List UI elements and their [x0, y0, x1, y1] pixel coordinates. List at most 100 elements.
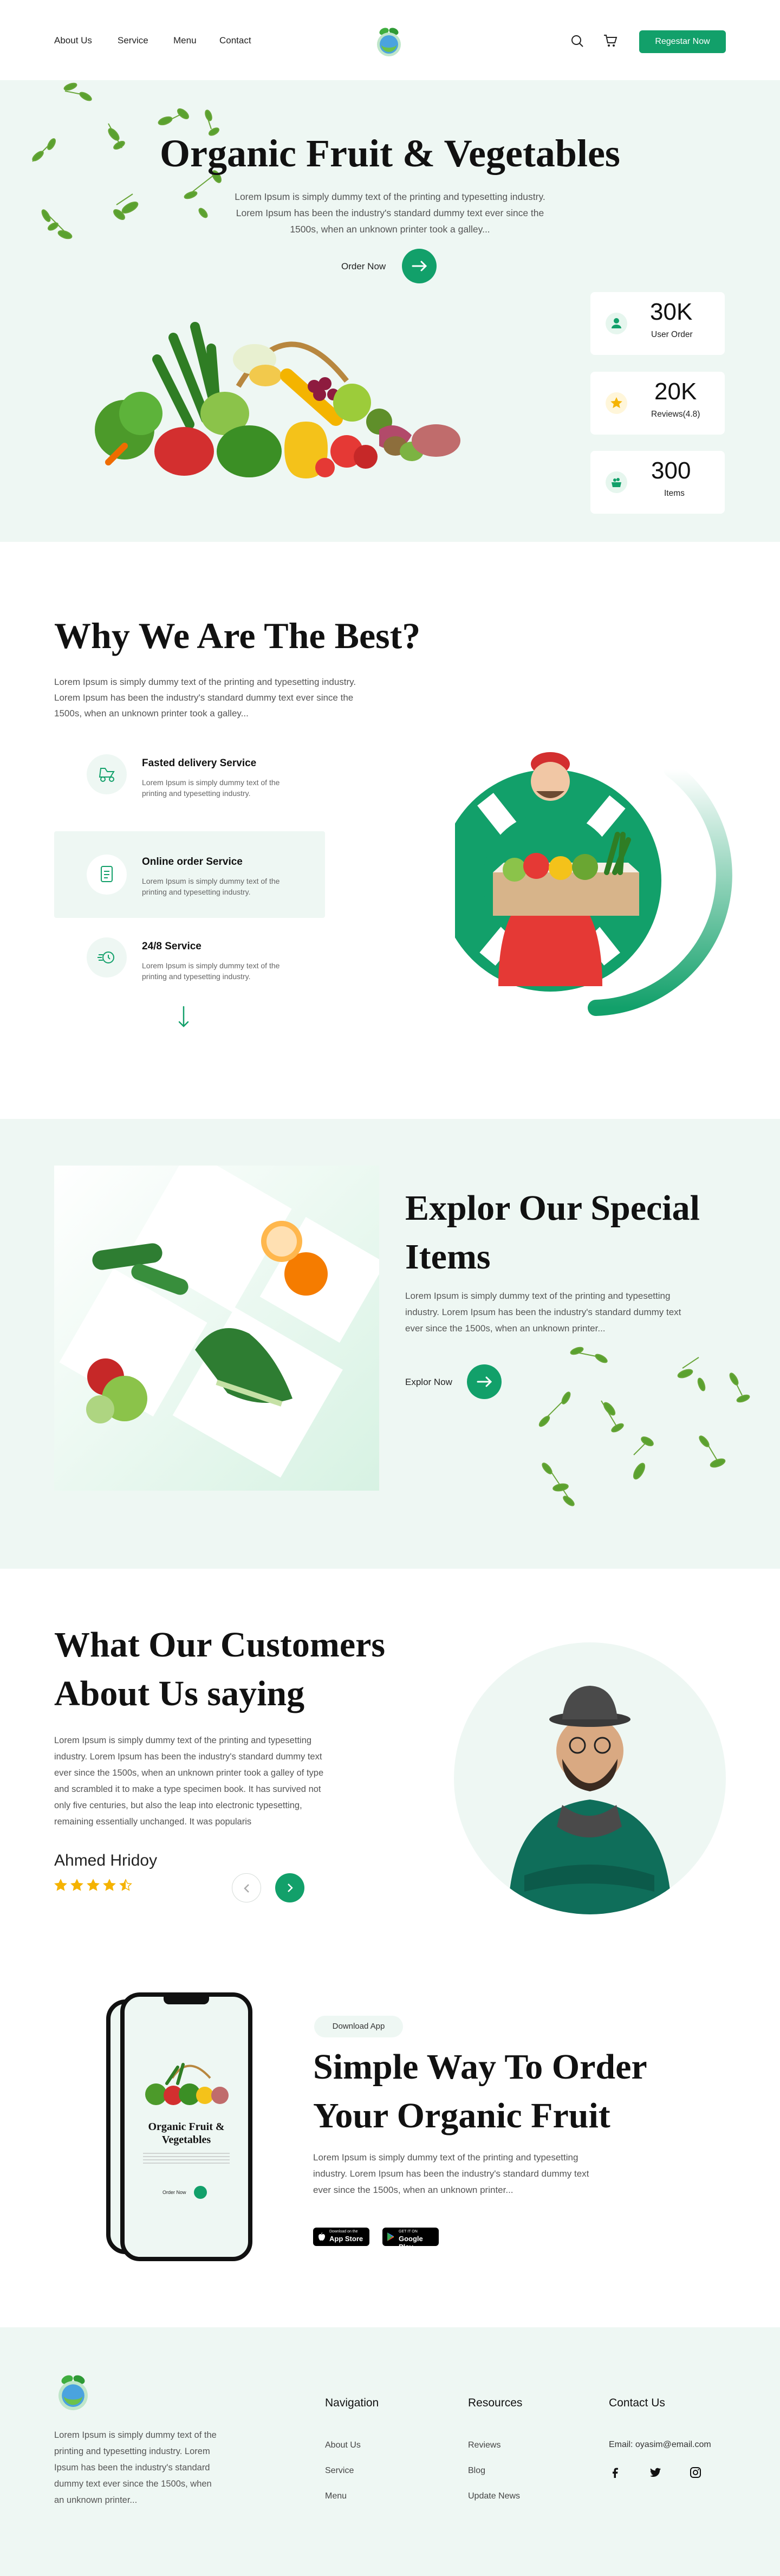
register-button[interactable]: Regestar Now — [639, 30, 726, 53]
logo[interactable] — [374, 25, 404, 59]
stat-label: Reviews(4.8) — [651, 410, 700, 419]
footer-link-about-us[interactable]: About Us — [325, 2432, 361, 2458]
testimonial-line: remaining essentially unchanged. It was … — [54, 1817, 252, 1827]
testimonial-line: industry. Lorem Ipsum has been the indus… — [54, 1752, 322, 1762]
google-play-icon — [387, 2232, 394, 2241]
explore-desc-line: industry. Lorem Ipsum has been the indus… — [405, 1307, 681, 1317]
google-play-small: GET IT ON — [399, 2230, 418, 2234]
next-testimonial-button[interactable] — [275, 1873, 304, 1902]
footer-desc-line: Lorem Ipsum is simply dummy text of the — [54, 2430, 217, 2440]
footer-link-menu[interactable]: Menu — [325, 2483, 361, 2509]
nav-contact[interactable]: Contact — [219, 35, 251, 46]
phone-order-button — [194, 2186, 207, 2199]
cart-icon[interactable] — [602, 33, 619, 49]
explore-desc-line: ever since the 1500s, when an unknown pr… — [405, 1323, 606, 1334]
testimonial-line: ever since the 1500s, when an unknown pr… — [54, 1768, 324, 1778]
logo-icon — [377, 28, 401, 56]
why-description: Lorem Ipsum is simply dummy text of the … — [54, 674, 356, 721]
prev-testimonial-button[interactable] — [232, 1873, 261, 1902]
service-desc-line: printing and typesetting industry. — [142, 888, 251, 896]
customer-name: Ahmed Hridoy — [54, 1852, 158, 1869]
nav-menu[interactable]: Menu — [173, 35, 197, 46]
twitter-icon[interactable] — [649, 2466, 662, 2479]
footer-desc-line: dummy text ever since the 1500s, when — [54, 2479, 212, 2489]
explore-desc-line: Lorem Ipsum is simply dummy text of the … — [405, 1291, 671, 1301]
page: { "header": { "nav": ["About Us", "Servi… — [0, 0, 780, 2576]
footer-link-reviews[interactable]: Reviews — [468, 2432, 520, 2458]
chevron-left-icon — [244, 1884, 249, 1893]
search-icon[interactable] — [570, 34, 585, 49]
header: About Us Service Menu Contact Regestar N… — [0, 0, 780, 80]
order-now-label[interactable]: Order Now — [341, 261, 386, 272]
instagram-icon[interactable] — [689, 2466, 702, 2479]
testimonial-title-line: What Our Customers — [54, 1625, 386, 1665]
why-desc-line: Lorem Ipsum is simply dummy text of the … — [54, 677, 356, 687]
app-store-label: App Store — [329, 2235, 363, 2243]
phone-title: Organic Fruit & Vegetables — [125, 2120, 248, 2146]
stat-label: Items — [664, 489, 685, 498]
hero-desc-line: 1500s, when an unknown printer took a ga… — [290, 224, 490, 235]
app-store-small: Download on the — [329, 2230, 358, 2234]
service-item-online-order[interactable]: Online order Service Lorem Ipsum is simp… — [54, 831, 325, 918]
service-desc: Lorem Ipsum is simply dummy text of the p… — [142, 960, 280, 982]
footer-desc-line: printing and typesetting industry. Lorem — [54, 2446, 210, 2456]
footer-desc-line: Ipsum has been the industry's standard — [54, 2463, 210, 2473]
app-desc-line: Lorem Ipsum is simply dummy text of the … — [313, 2152, 578, 2163]
hero-desc-line: Lorem Ipsum has been the industry's stan… — [236, 208, 544, 218]
service-item-delivery[interactable]: Fasted delivery Service Lorem Ipsum is s… — [54, 741, 325, 828]
decorative-leaves-icon — [538, 1347, 750, 1506]
footer-contact-title: Contact Us — [609, 2397, 665, 2409]
footer-link-blog[interactable]: Blog — [468, 2458, 520, 2483]
explore-title-line: Items — [405, 1237, 491, 1277]
service-item-24-8[interactable]: 24/8 Service Lorem Ipsum is simply dummy… — [54, 932, 325, 1008]
stat-card-orders: 30K User Order — [590, 292, 725, 355]
explore-description: Lorem Ipsum is simply dummy text of the … — [405, 1288, 681, 1337]
explore-section: Explor Our Special Items Lorem Ipsum is … — [0, 1119, 780, 1569]
footer-logo[interactable] — [54, 2372, 92, 2413]
footer-nav-title: Navigation — [325, 2397, 379, 2409]
delivery-icon — [87, 754, 127, 794]
testimonial-line: and scrambled it to make a type specimen… — [54, 1784, 321, 1794]
apple-icon — [318, 2232, 325, 2241]
footer-email[interactable]: Email: oyasim@email.com — [609, 2440, 711, 2450]
phone-notch — [164, 1997, 209, 2004]
phone-front-mockup: Organic Fruit & Vegetables Order Now — [120, 1992, 252, 2261]
explore-title-line: Explor Our Special — [405, 1188, 700, 1228]
app-store-button[interactable]: Download on the App Store — [313, 2228, 369, 2246]
phone-produce-image — [145, 2063, 229, 2105]
app-desc-line: industry. Lorem Ipsum has been the indus… — [313, 2169, 589, 2179]
chevron-right-icon — [288, 1884, 293, 1892]
nav-about-us[interactable]: About Us — [54, 35, 92, 46]
why-section: Why We Are The Best? Lorem Ipsum is simp… — [0, 542, 780, 1119]
footer-resources-list: Reviews Blog Update News — [468, 2432, 520, 2509]
logo-icon — [58, 2375, 88, 2411]
order-now-button[interactable] — [402, 249, 437, 283]
testimonial-section: What Our Customers About Us saying Lorem… — [0, 1569, 780, 1948]
testimonial-title-line: About Us saying — [54, 1674, 305, 1713]
footer-link-service[interactable]: Service — [325, 2458, 361, 2483]
why-desc-line: Lorem Ipsum has been the industry's stan… — [54, 692, 354, 703]
phone-order-label: Order Now — [162, 2190, 186, 2195]
customer-photo — [454, 1642, 726, 1914]
service-desc: Lorem Ipsum is simply dummy text of the p… — [142, 876, 280, 897]
google-play-label: Google Play — [399, 2235, 423, 2251]
service-desc-line: Lorem Ipsum is simply dummy text of the — [142, 877, 280, 885]
facebook-icon[interactable] — [609, 2466, 622, 2479]
stat-label: User Order — [651, 330, 693, 339]
arrow-down-icon[interactable] — [177, 1006, 191, 1028]
footer-desc-line: an unknown printer... — [54, 2495, 138, 2505]
rating-stars — [54, 1879, 141, 1893]
app-title-line: Your Organic Fruit — [313, 2096, 610, 2135]
hero-description: Lorem Ipsum is simply dummy text of the … — [0, 189, 780, 237]
explore-now-button[interactable] — [467, 1364, 502, 1399]
nav-service[interactable]: Service — [118, 35, 148, 46]
service-desc-line: printing and typesetting industry. — [142, 789, 251, 798]
google-play-button[interactable]: GET IT ON Google Play — [382, 2228, 439, 2251]
explore-now-label[interactable]: Explor Now — [405, 1377, 452, 1388]
testimonial-title: What Our Customers About Us saying — [54, 1621, 385, 1718]
footer-link-update-news[interactable]: Update News — [468, 2483, 520, 2509]
testimonial-line: only five centuries, but also the leap i… — [54, 1801, 302, 1810]
service-desc-line: Lorem Ipsum is simply dummy text of the — [142, 778, 280, 787]
download-app-badge: Download App — [314, 2016, 403, 2037]
clock-icon — [87, 937, 127, 978]
